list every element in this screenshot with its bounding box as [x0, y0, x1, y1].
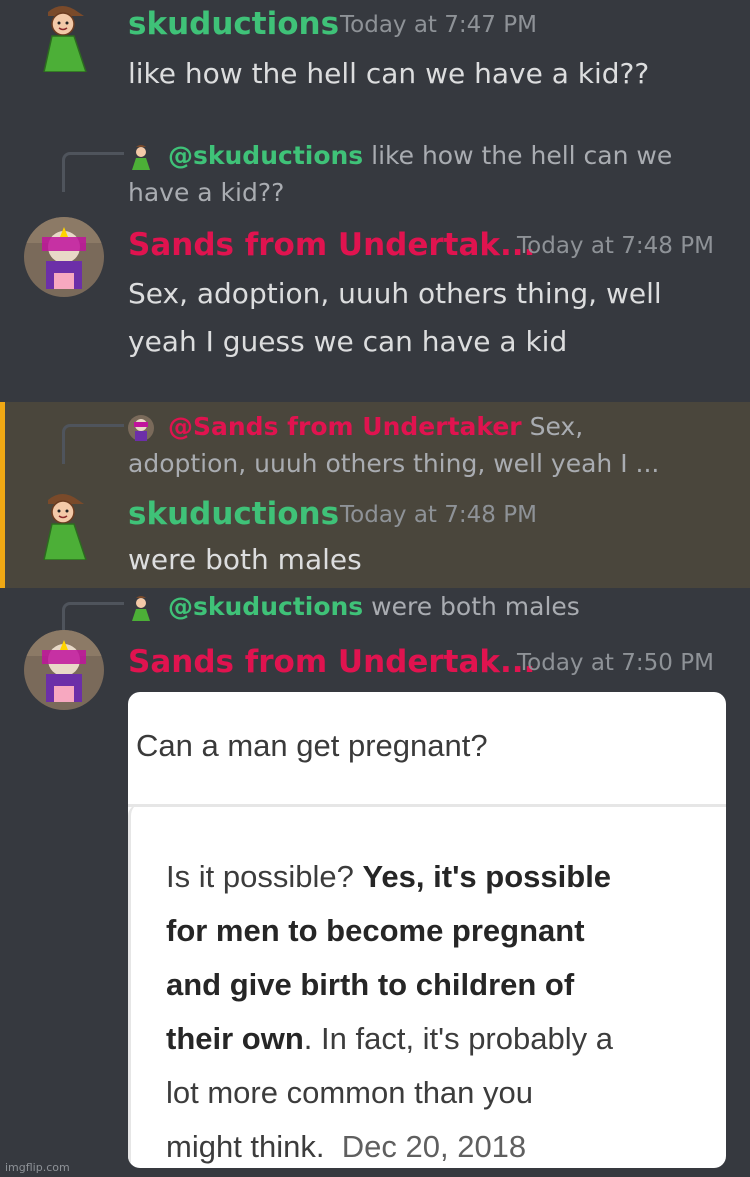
message-text-line2: yeah I guess we can have a kid [128, 325, 568, 358]
reply-preview[interactable]: @skuductions were both males [128, 588, 738, 625]
sands-avatar[interactable] [24, 630, 104, 710]
skuductions-mini-avatar [132, 145, 150, 170]
reply-preview[interactable]: @Sands from Undertaker Sex, adoption, uu… [128, 408, 738, 482]
answer-bold-4: their own [166, 1021, 304, 1056]
reply-text-line1: like how the hell can we [371, 141, 673, 170]
message-text: were both males [128, 543, 362, 576]
reply-text-line1: Sex, [529, 412, 584, 441]
timestamp: Today at 7:47 PM [340, 12, 537, 38]
sands-mini-avatar [128, 415, 154, 441]
sands-avatar[interactable] [24, 217, 104, 297]
skuductions-avatar[interactable] [28, 490, 98, 560]
embed-answer: Is it possible? Yes, it's possible for m… [166, 850, 726, 1168]
answer-bold-3: and give birth to children of [166, 967, 575, 1002]
highlight-bar [0, 402, 5, 588]
reply-text-line2: adoption, uuuh others thing, well yeah I… [128, 449, 660, 478]
message-1: skuductions Today at 7:47 PM like how th… [0, 0, 750, 120]
image-attachment[interactable]: Can a man get pregnant? Is it possible? … [128, 692, 726, 1168]
timestamp: Today at 7:48 PM [517, 233, 714, 259]
embed-question: Can a man get pregnant? [136, 728, 488, 763]
reply-text-line1: were both males [371, 592, 580, 621]
author-name[interactable]: Sands from Undertak... [128, 227, 535, 263]
watermark: imgflip.com [5, 1161, 70, 1174]
answer-tail-1: . In fact, it's probably a [303, 1021, 613, 1056]
message-text-line1: Sex, adoption, uuuh others thing, well [128, 277, 662, 310]
message-text: like how the hell can we have a kid?? [128, 57, 650, 90]
answer-bold-2: for men to become pregnant [166, 913, 585, 948]
reply-text-line2: have a kid?? [128, 178, 285, 207]
answer-lead: Is it possible? [166, 859, 354, 894]
timestamp: Today at 7:50 PM [517, 650, 714, 676]
answer-bold-1: Yes, it's possible [362, 859, 612, 894]
reply-preview[interactable]: @skuductions like how the hell can we ha… [128, 137, 738, 211]
author-name[interactable]: skuductions [128, 6, 339, 42]
reply-mention[interactable]: @skuductions [168, 141, 363, 170]
answer-date: Dec 20, 2018 [341, 1129, 527, 1164]
message-4: @skuductions were both males Sands from … [0, 588, 750, 1177]
answer-tail-2: lot more common than you [166, 1075, 534, 1110]
reply-mention[interactable]: @Sands from Undertaker [168, 412, 522, 441]
author-name[interactable]: Sands from Undertak... [128, 644, 535, 680]
reply-spine [62, 424, 124, 464]
reply-mention[interactable]: @skuductions [168, 592, 363, 621]
answer-tail-3: might think. [166, 1129, 325, 1164]
skuductions-mini-avatar [132, 596, 150, 621]
reply-spine [62, 152, 124, 192]
timestamp: Today at 7:48 PM [340, 502, 537, 528]
message-2: @skuductions like how the hell can we ha… [0, 130, 750, 380]
skuductions-avatar[interactable] [28, 2, 98, 72]
message-3-highlight: @Sands from Undertaker Sex, adoption, uu… [0, 402, 750, 588]
author-name[interactable]: skuductions [128, 496, 339, 532]
